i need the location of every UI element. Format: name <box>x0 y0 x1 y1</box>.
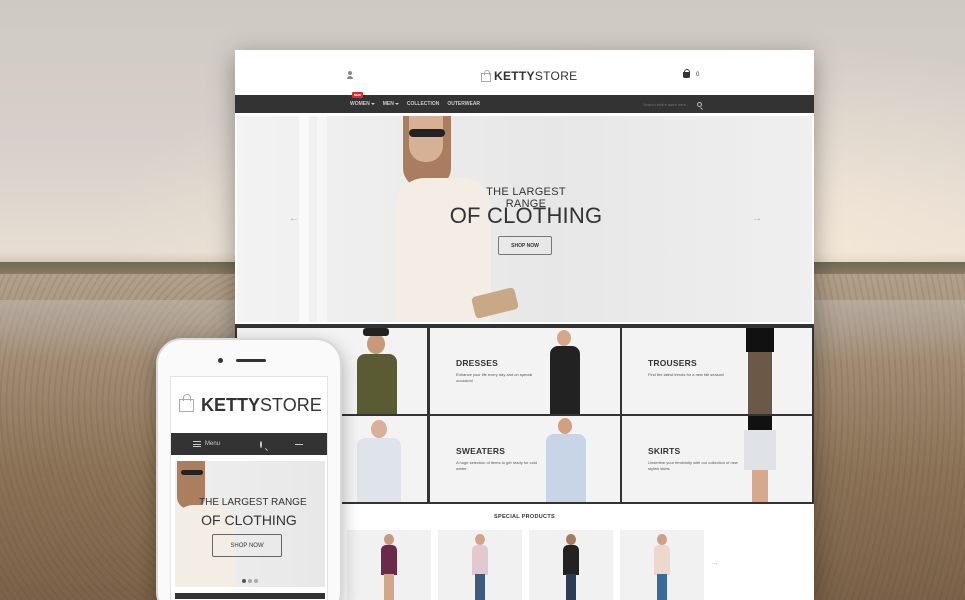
product-card[interactable] <box>620 530 704 600</box>
nav-item-outerwear[interactable]: OUTERWEAR <box>447 101 480 107</box>
desktop-logo[interactable]: KETTY STORE <box>481 68 577 84</box>
product-card[interactable] <box>529 530 613 600</box>
category-description: Find the latest trends for a new fall se… <box>648 372 725 377</box>
hamburger-icon <box>193 441 201 447</box>
product-image <box>563 534 579 600</box>
menu-label: Menu <box>205 441 221 447</box>
hero-banner: THE LARGEST RANGE OF CLOTHING SHOP NOW ←… <box>237 116 812 322</box>
category-title: TROUSERS <box>648 358 697 368</box>
hero-heading-line2: OF CLOTHING <box>201 512 297 528</box>
hero-heading-line1: THE LARGEST RANGE <box>199 497 307 508</box>
nav-item-women-label: WOMEN <box>350 101 370 107</box>
desktop-search <box>643 100 703 108</box>
phone-mockup: KETTY STORE Menu 0 THE LARGEST RANGE OF … <box>156 338 342 600</box>
phone-camera <box>218 358 223 363</box>
desktop-cart[interactable]: 0 <box>683 69 700 78</box>
hero-ladder-decor <box>299 116 309 322</box>
search-icon[interactable] <box>697 101 702 107</box>
product-image <box>654 534 670 600</box>
new-badge: NEW <box>352 92 363 98</box>
logo-text-store: STORE <box>534 69 578 83</box>
mobile-logo[interactable]: KETTY STORE <box>179 394 322 416</box>
logo-text-store: STORE <box>260 395 322 415</box>
chevron-down-icon <box>394 102 399 105</box>
phone-screen: KETTY STORE Menu 0 THE LARGEST RANGE OF … <box>170 376 328 600</box>
logo-text-ketty: KETTY <box>201 395 261 415</box>
mobile-nav-bar: Menu 0 <box>171 433 327 455</box>
category-title: SWEATERS <box>456 446 506 456</box>
search-icon[interactable] <box>260 440 263 448</box>
shopping-bag-icon <box>481 69 491 82</box>
mobile-bottom-bar <box>175 593 325 599</box>
product-card[interactable] <box>347 530 431 600</box>
nav-item-men[interactable]: MEN <box>383 101 399 107</box>
shopping-bag-icon <box>179 394 194 412</box>
category-title: DRESSES <box>456 358 499 368</box>
product-card[interactable] <box>438 530 522 600</box>
nav-item-collection[interactable]: COLLECTION <box>407 101 440 107</box>
desktop-nav-bar: NEW WOMEN MEN COLLECTION OUTERWEAR <box>235 92 814 113</box>
desktop-header: KETTY STORE 0 <box>235 50 814 95</box>
shop-now-button[interactable]: SHOP NOW <box>498 236 552 255</box>
nav-item-women[interactable]: NEW WOMEN <box>350 92 375 107</box>
hero-heading-line2: OF CLOTHING <box>449 203 603 228</box>
category-tile-skirts[interactable]: SKIRTS Underline your femininity with ou… <box>622 416 812 502</box>
phone-speaker <box>236 359 266 362</box>
carousel-dot[interactable] <box>254 579 258 583</box>
product-image <box>381 534 397 600</box>
category-description: Underline your femininity with our colle… <box>648 460 738 471</box>
basket-icon <box>683 69 690 78</box>
category-tile-dresses[interactable]: DRESSES Enhance your life every day and … <box>430 328 620 414</box>
category-tile-sweaters[interactable]: SWEATERS A huge selection of items to ge… <box>430 416 620 502</box>
category-description: A huge selection of items to get ready f… <box>456 460 537 471</box>
chevron-down-icon <box>370 102 375 105</box>
category-title: SKIRTS <box>648 446 681 456</box>
nav-item-men-label: MEN <box>382 101 394 107</box>
shop-now-button[interactable]: SHOP NOW <box>212 534 282 557</box>
mobile-hero-banner: THE LARGEST RANGE OF CLOTHING SHOP NOW <box>175 461 325 587</box>
product-image <box>472 534 488 600</box>
category-tile-trousers[interactable]: TROUSERS Find the latest trends for a ne… <box>622 328 812 414</box>
products-next-arrow-icon[interactable]: → <box>711 558 719 567</box>
search-input[interactable] <box>643 101 693 107</box>
carousel-dot[interactable] <box>248 579 252 583</box>
carousel-dot[interactable] <box>242 579 246 583</box>
logo-text-ketty: KETTY <box>494 69 535 83</box>
mobile-menu-button[interactable]: Menu <box>193 441 220 447</box>
cart-count: 0 <box>696 72 700 78</box>
category-description: Enhance your life every day and on speci… <box>456 372 533 383</box>
hero-next-arrow-icon[interactable]: → <box>752 213 762 224</box>
user-icon[interactable] <box>346 71 354 79</box>
carousel-dots <box>242 579 258 583</box>
nav-menu: NEW WOMEN MEN COLLECTION OUTERWEAR <box>350 92 480 113</box>
hero-prev-arrow-icon[interactable]: ← <box>289 213 299 224</box>
